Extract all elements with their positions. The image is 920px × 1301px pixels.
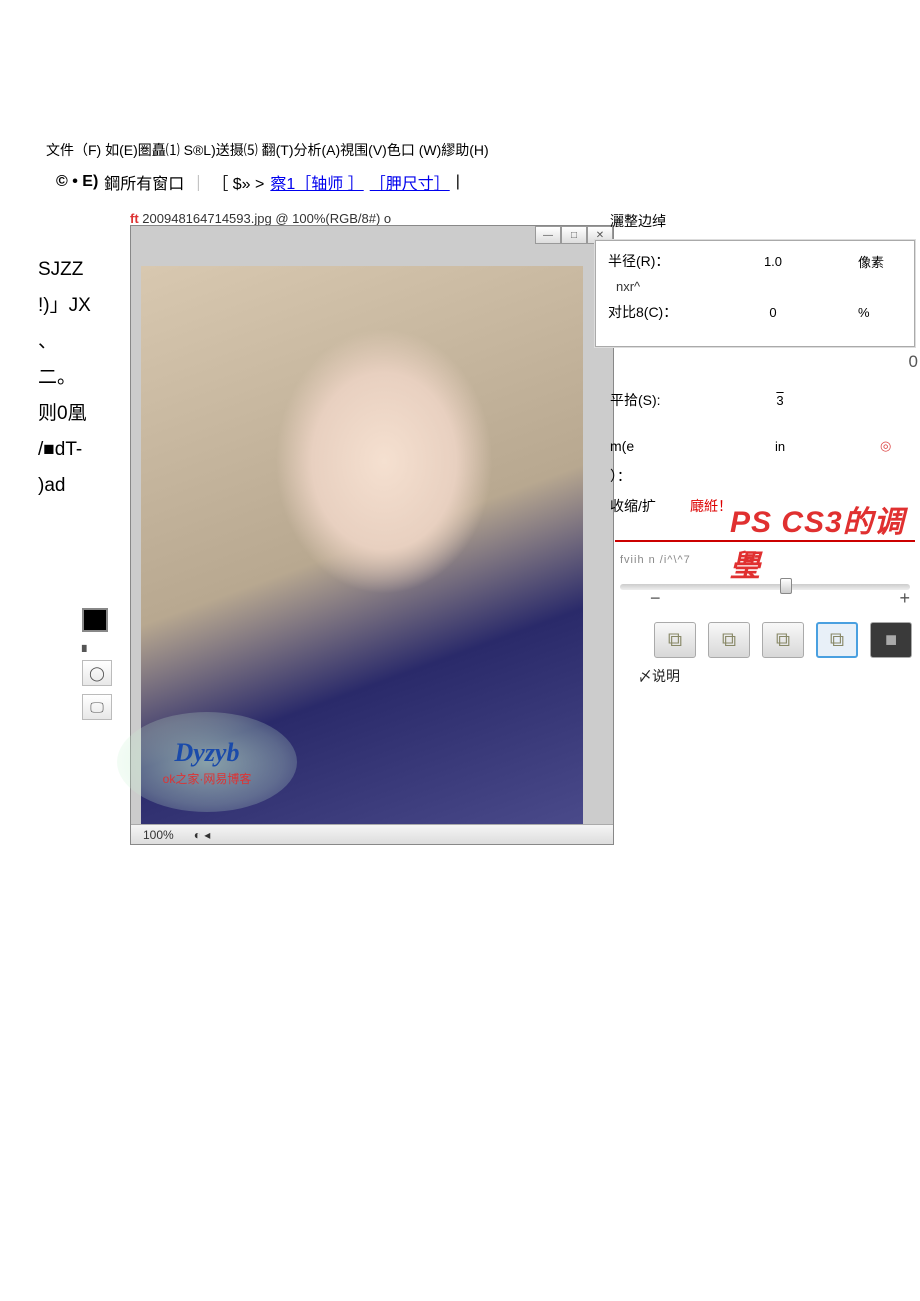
contrast-row: 对比8(C)： 0 % bbox=[608, 302, 902, 322]
description-label[interactable]: 〆说明 bbox=[638, 666, 680, 686]
smooth-label: 平拾(S): bbox=[610, 390, 680, 410]
smooth-value[interactable]: 3 bbox=[690, 393, 870, 408]
canvas[interactable]: Dyzyb ok之家·网易博客 bbox=[141, 266, 583, 824]
minimize-button[interactable]: — bbox=[535, 226, 561, 244]
document-window: — □ ✕ Dyzyb ok之家·网易博客 100% ◐ ◂ bbox=[130, 225, 614, 845]
option-link-size[interactable]: ［胛尺寸］ bbox=[370, 170, 450, 194]
radius-unit: 像素 bbox=[858, 252, 902, 271]
me-label: m(e bbox=[610, 438, 680, 454]
status-icon[interactable]: ◐ ◂ bbox=[194, 828, 211, 842]
contrast-label: 对比8(C)： bbox=[608, 302, 688, 322]
smooth-row: 平拾(S): 3 bbox=[610, 390, 920, 410]
frag-0: SJZZ bbox=[38, 255, 98, 285]
contrast-unit: % bbox=[858, 305, 902, 320]
slider-area: fviih n /i^\^7 bbox=[620, 554, 910, 590]
zoom-out-button[interactable]: − bbox=[650, 588, 661, 609]
document-status-bar: 100% ◐ ◂ bbox=[131, 824, 613, 844]
radius-value[interactable]: 1.0 bbox=[698, 254, 848, 269]
frag-7: )ad bbox=[38, 471, 98, 501]
shrink-label: 收缩/扩 bbox=[610, 496, 680, 516]
watermark: Dyzyb ok之家·网易博客 bbox=[117, 712, 297, 812]
option-bracket: ［ $» > bbox=[212, 170, 264, 194]
frag-6: /■dT- bbox=[38, 435, 98, 465]
frag-2: !)」JX bbox=[38, 291, 98, 321]
me-row: m(e in ◎ bbox=[610, 438, 920, 454]
zoom-in-button[interactable]: + bbox=[899, 588, 910, 609]
option-link-observe[interactable]: 察1［轴师 ］ bbox=[270, 170, 363, 194]
shrink-red: 廰絍！ bbox=[690, 496, 732, 516]
zoom-bar: − + bbox=[650, 588, 910, 609]
preview-mode-5[interactable]: ■ bbox=[870, 622, 912, 658]
zoom-level[interactable]: 100% bbox=[143, 828, 174, 842]
circle-icon: ◎ bbox=[880, 438, 920, 454]
menu-bar[interactable]: 文件（F) 如(E)圏矗⑴ S®L)送摄⑸ 翻(T)分析(A)視围(V)色口 (… bbox=[46, 140, 489, 160]
color-swatches: ▖ ◯ 🖵 bbox=[82, 608, 122, 720]
red-underline bbox=[615, 540, 915, 542]
me-value[interactable]: in bbox=[690, 439, 870, 454]
watermark-logo: Dyzyb bbox=[175, 738, 240, 768]
refine-edge-dialog: 半径(R)： 1.0 像素 nxr^ 对比8(C)： 0 % bbox=[595, 240, 915, 347]
contrast-value[interactable]: 0 bbox=[698, 305, 848, 320]
preview-mode-row: ⧉ ⧉ ⧉ ⧉ ■ bbox=[654, 622, 912, 658]
refine-edge-title: 灑整边绰 bbox=[610, 211, 666, 231]
option-text: 鋼所有窗口 bbox=[104, 170, 184, 194]
option-prefix: © • E) bbox=[56, 173, 98, 191]
swap-icon[interactable]: ▖ bbox=[82, 638, 122, 652]
preview-mode-3[interactable]: ⧉ bbox=[762, 622, 804, 658]
frag-4: 二。 bbox=[38, 363, 98, 393]
left-cropped-text: SJZZ !)」JX 、 二。 则0凰 /■dT- )ad bbox=[38, 255, 98, 507]
radius-label: 半径(R)： bbox=[608, 251, 688, 271]
quickmask-button[interactable]: ◯ bbox=[82, 660, 112, 686]
maximize-button[interactable]: □ bbox=[561, 226, 587, 244]
screenmode-button[interactable]: 🖵 bbox=[82, 694, 112, 720]
separator: ｜ bbox=[190, 170, 206, 194]
preview-mode-1[interactable]: ⧉ bbox=[654, 622, 696, 658]
frag-5: 则0凰 bbox=[38, 399, 98, 429]
blurred-label: fviih n /i^\^7 bbox=[620, 554, 910, 566]
foreground-swatch[interactable] bbox=[82, 608, 108, 632]
nxr-text: nxr^ bbox=[616, 279, 902, 294]
preview-mode-2[interactable]: ⧉ bbox=[708, 622, 750, 658]
frag-3: 、 bbox=[38, 327, 98, 357]
watermark-subtitle: ok之家·网易博客 bbox=[163, 770, 252, 787]
option-end: | bbox=[456, 173, 460, 191]
preview-mode-4-selected[interactable]: ⧉ bbox=[816, 622, 858, 658]
option-bar: © • E) 鋼所有窗口 ｜ ［ $» > 察1［轴师 ］ ［胛尺寸］ | bbox=[56, 170, 460, 194]
document-title-bar: ft 200948164714593.jpg @ 100%(RGB/8#) o bbox=[130, 211, 391, 226]
radius-row: 半径(R)： 1.0 像素 bbox=[608, 251, 902, 271]
doc-title-text: 200948164714593.jpg @ 100%(RGB/8#) o bbox=[142, 211, 391, 226]
paren-text: ）： bbox=[610, 466, 920, 486]
doc-prefix: ft bbox=[130, 211, 139, 226]
